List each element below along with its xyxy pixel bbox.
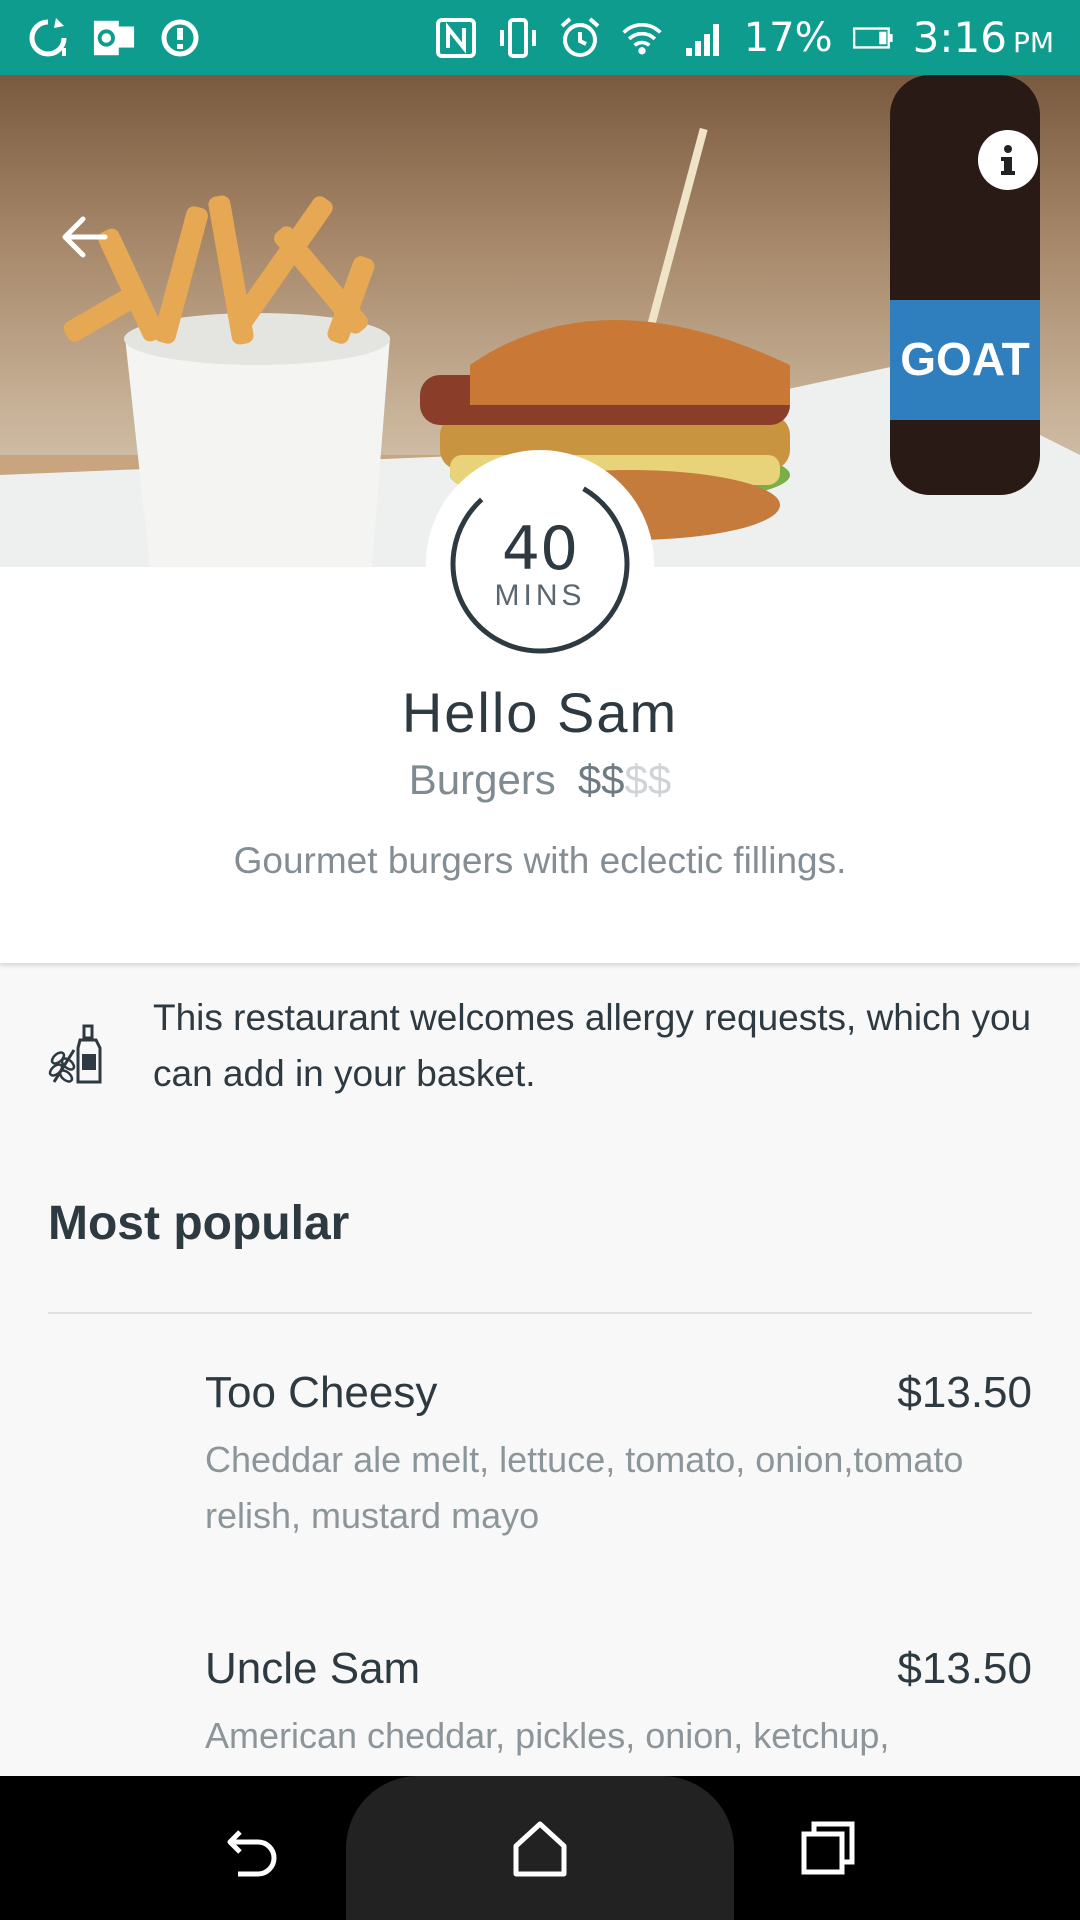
wifi-icon bbox=[620, 16, 664, 60]
menu-item-too-cheesy[interactable]: Too Cheesy $13.50 Cheddar ale melt, lett… bbox=[0, 1368, 1080, 1568]
menu-item-price: $13.50 bbox=[897, 1644, 1032, 1693]
delivery-time-value: 40 bbox=[501, 514, 579, 584]
price-level-active: $$ bbox=[577, 756, 625, 803]
section-title-most-popular: Most popular bbox=[48, 1197, 350, 1250]
menu-item-description: Cheddar ale melt, lettuce, tomato, onion… bbox=[205, 1439, 964, 1536]
price-level-inactive: $$ bbox=[624, 756, 672, 803]
cuisine-label: Burgers bbox=[408, 756, 556, 803]
outlook-icon bbox=[92, 16, 136, 60]
status-bar: 17% 3:16 PM bbox=[0, 0, 1080, 75]
delivery-time-badge: 40 MINS bbox=[426, 450, 654, 678]
nfc-icon bbox=[434, 16, 478, 60]
allergy-notice-text: This restaurant welcomes allergy request… bbox=[153, 997, 1032, 1094]
sync-alert-icon bbox=[158, 16, 202, 60]
battery-icon bbox=[851, 16, 895, 60]
menu-item-price: $13.50 bbox=[897, 1368, 1032, 1417]
alarm-icon bbox=[558, 16, 602, 60]
menu-item-uncle-sam[interactable]: Uncle Sam $13.50 American cheddar, pickl… bbox=[0, 1644, 1080, 1776]
signal-icon bbox=[682, 16, 726, 60]
bottle-label: GOAT bbox=[900, 333, 1029, 385]
vibrate-icon bbox=[496, 16, 540, 60]
allergy-icon bbox=[46, 1022, 106, 1086]
back-arrow-icon[interactable] bbox=[55, 207, 115, 267]
menu-item-description: American cheddar, pickles, onion, ketchu… bbox=[205, 1715, 890, 1756]
page-title: Hello Sam bbox=[401, 681, 679, 744]
menu-item-name: Uncle Sam bbox=[205, 1644, 421, 1693]
restaurant-description: Gourmet burgers with eclectic fillings. bbox=[233, 840, 847, 881]
back-nav-icon[interactable] bbox=[220, 1816, 284, 1880]
info-icon[interactable] bbox=[978, 130, 1038, 190]
recents-nav-icon[interactable] bbox=[796, 1816, 860, 1880]
restaurant-subtitle: Burgers $$$$ bbox=[0, 756, 1080, 804]
system-nav-bar bbox=[0, 1776, 1080, 1920]
allergy-notice: This restaurant welcomes allergy request… bbox=[0, 990, 1080, 1110]
home-nav-icon[interactable] bbox=[508, 1816, 572, 1880]
battery-percent: 17% bbox=[743, 14, 833, 61]
menu-item-name: Too Cheesy bbox=[205, 1368, 438, 1417]
section-divider bbox=[48, 1312, 1032, 1314]
clock: 3:16 PM bbox=[912, 13, 1054, 62]
sync-icon bbox=[26, 16, 70, 60]
delivery-time-unit: MINS bbox=[494, 579, 586, 612]
